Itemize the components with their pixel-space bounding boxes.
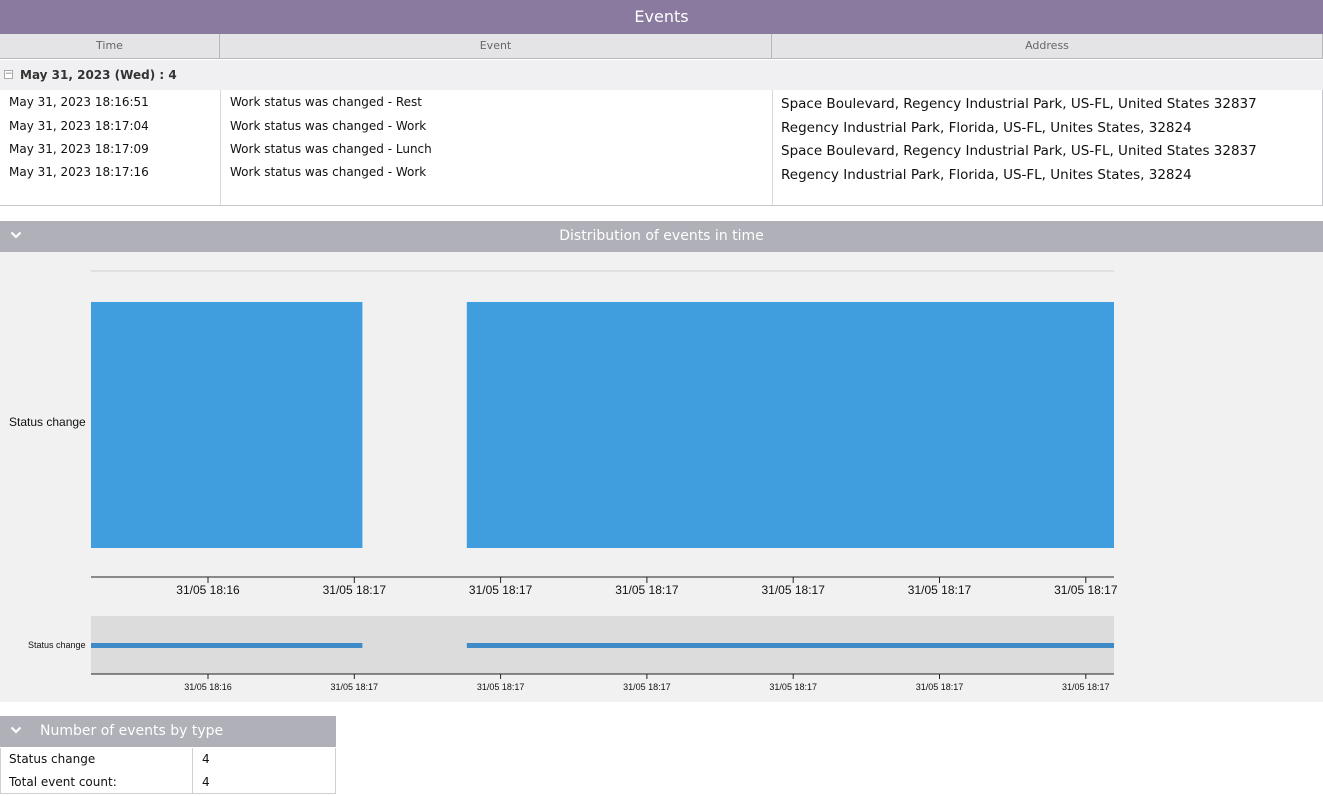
event-time: May 31, 2023 18:17:04 (9, 119, 149, 133)
distribution-chart: Status change 31/05 18:16 31/05 18:17 31/0… (9, 270, 1118, 692)
status-change-bar-0[interactable] (91, 302, 363, 548)
event-address: Regency Industrial Park, Florida, US-FL,… (781, 120, 1192, 136)
event-description: Work status was changed - Lunch (230, 142, 432, 156)
types-section-header[interactable]: Number of events by type (0, 716, 336, 747)
x-axis-tick-label: 31/05 18:17 (761, 583, 825, 597)
event-address: Space Boulevard, Regency Industrial Park… (781, 143, 1257, 159)
event-description: Work status was changed - Rest (230, 95, 422, 109)
distribution-section-header[interactable]: Distribution of events in time (0, 221, 1323, 252)
distribution-title: Distribution of events in time (559, 228, 764, 244)
column-divider (220, 90, 221, 205)
overview-x-axis-tick-label: 31/05 18:17 (769, 682, 817, 692)
column-divider (772, 90, 773, 205)
event-time: May 31, 2023 18:17:16 (9, 165, 149, 179)
column-header-address[interactable]: Address (772, 34, 1323, 59)
types-title: Number of events by type (40, 723, 224, 739)
chevron-down-icon[interactable] (10, 724, 22, 736)
type-count: 4 (202, 752, 210, 766)
overview-x-axis-tick-label: 31/05 18:17 (477, 682, 525, 692)
event-address: Regency Industrial Park, Florida, US-FL,… (781, 167, 1192, 183)
x-axis-tick-label: 31/05 18:16 (176, 583, 240, 597)
events-table: May 31, 2023 18:16:51 Work status was ch… (0, 90, 1323, 206)
event-description: Work status was changed - Work (230, 165, 427, 179)
type-label: Total event count: (9, 775, 117, 789)
x-axis-tick-label: 31/05 18:17 (615, 583, 679, 597)
x-axis-tick-label: 31/05 18:17 (323, 583, 387, 597)
chevron-down-icon[interactable] (10, 229, 22, 241)
event-time: May 31, 2023 18:16:51 (9, 95, 149, 109)
event-address: Space Boulevard, Regency Industrial Park… (781, 96, 1257, 112)
column-header-time[interactable]: Time (0, 34, 220, 59)
type-label: Status change (9, 752, 96, 766)
collapse-icon[interactable]: − (4, 70, 13, 79)
group-row[interactable]: − May 31, 2023 (Wed) : 4 (0, 60, 1323, 90)
x-axis-tick-label: 31/05 18:17 (469, 583, 533, 597)
overview-chart: Status change 31/05 18:16 31/05 18:17 31/0… (28, 616, 1115, 692)
type-count: 4 (202, 775, 210, 789)
overview-x-axis-tick-label: 31/05 18:17 (331, 682, 379, 692)
main-chart: Status change 31/05 18:16 31/05 18:17 31/0… (9, 270, 1118, 597)
event-time: May 31, 2023 18:17:09 (9, 142, 149, 156)
types-table: Status change 4 Total event count: 4 (0, 748, 336, 794)
distribution-chart-area: Status change 31/05 18:16 31/05 18:17 31/0… (0, 252, 1323, 702)
overview-x-axis-tick-label: 31/05 18:16 (184, 682, 232, 692)
x-axis-tick-label: 31/05 18:17 (908, 583, 972, 597)
overview-bar-1 (466, 643, 1115, 648)
overview-series-label: Status change (28, 640, 86, 650)
overview-x-axis-tick-label: 31/05 18:17 (1062, 682, 1110, 692)
type-row: Status change 4 (1, 748, 336, 771)
group-label: May 31, 2023 (Wed) : 4 (20, 68, 177, 82)
column-header-event[interactable]: Event (220, 34, 772, 59)
overview-x-axis-tick-label: 31/05 18:17 (623, 682, 671, 692)
type-row: Total event count: 4 (1, 771, 336, 794)
overview-x-axis-tick-label: 31/05 18:17 (916, 682, 964, 692)
x-axis-tick-label: 31/05 18:17 (1054, 583, 1118, 597)
overview-bar-0 (91, 643, 363, 648)
status-change-bar-1[interactable] (466, 302, 1115, 548)
series-label: Status change (9, 415, 86, 429)
event-description: Work status was changed - Work (230, 119, 427, 133)
events-title: Events (0, 0, 1323, 34)
